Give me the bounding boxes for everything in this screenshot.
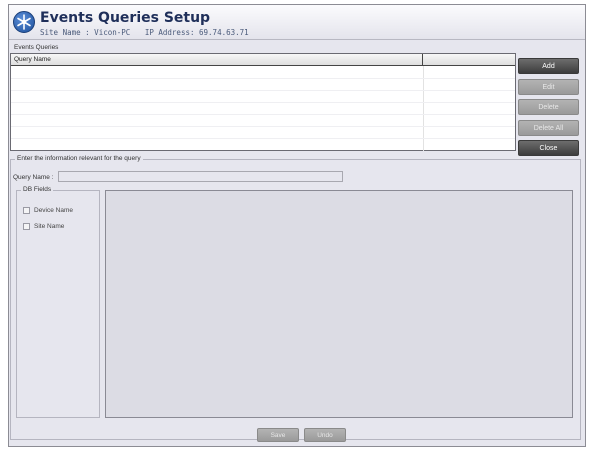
table-row[interactable] (11, 114, 515, 115)
site-info: Site Name : Vicon-PC IP Address: 69.74.6… (40, 28, 259, 37)
db-fields-group: DB Fields Device Name Site Name (16, 186, 100, 418)
device-name-label: Device Name (34, 207, 74, 215)
site-name-label: Site Name (34, 223, 65, 231)
table-header: Query Name (11, 54, 515, 66)
query-editor-area[interactable] (105, 190, 573, 418)
query-name-label: Query Name : (13, 174, 54, 181)
site-name-text: Site Name : Vicon-PC (40, 28, 131, 37)
undo-button[interactable]: Undo (304, 428, 346, 442)
site-name-checkbox[interactable]: Site Name (23, 223, 64, 233)
snowflake-gear-icon (13, 11, 35, 33)
edit-button[interactable]: Edit (518, 79, 579, 95)
table-row[interactable] (11, 78, 515, 79)
delete-button[interactable]: Delete (518, 99, 579, 115)
header-bar: Events Queries Setup Site Name : Vicon-P… (9, 5, 585, 40)
events-queries-label: Events Queries (14, 44, 59, 51)
delete-all-button[interactable]: Delete All (518, 120, 579, 136)
table-row[interactable] (11, 102, 515, 103)
ip-address-text: IP Address: 69.74.63.71 (144, 28, 249, 37)
query-name-input[interactable] (58, 171, 343, 182)
queries-table[interactable]: Query Name (10, 53, 516, 151)
query-info-legend: Enter the information relevant for the q… (15, 155, 143, 162)
db-fields-legend: DB Fields (21, 186, 54, 193)
page-title: Events Queries Setup (40, 10, 211, 26)
table-row[interactable] (11, 138, 515, 139)
device-name-checkbox[interactable]: Device Name (23, 207, 73, 217)
checkbox-icon[interactable] (23, 223, 30, 230)
table-row[interactable] (11, 126, 515, 127)
checkbox-icon[interactable] (23, 207, 30, 214)
column-header-query-name[interactable]: Query Name (11, 54, 423, 65)
close-button[interactable]: Close (518, 140, 579, 156)
save-button[interactable]: Save (257, 428, 299, 442)
add-button[interactable]: Add (518, 58, 579, 74)
table-row[interactable] (11, 90, 515, 91)
